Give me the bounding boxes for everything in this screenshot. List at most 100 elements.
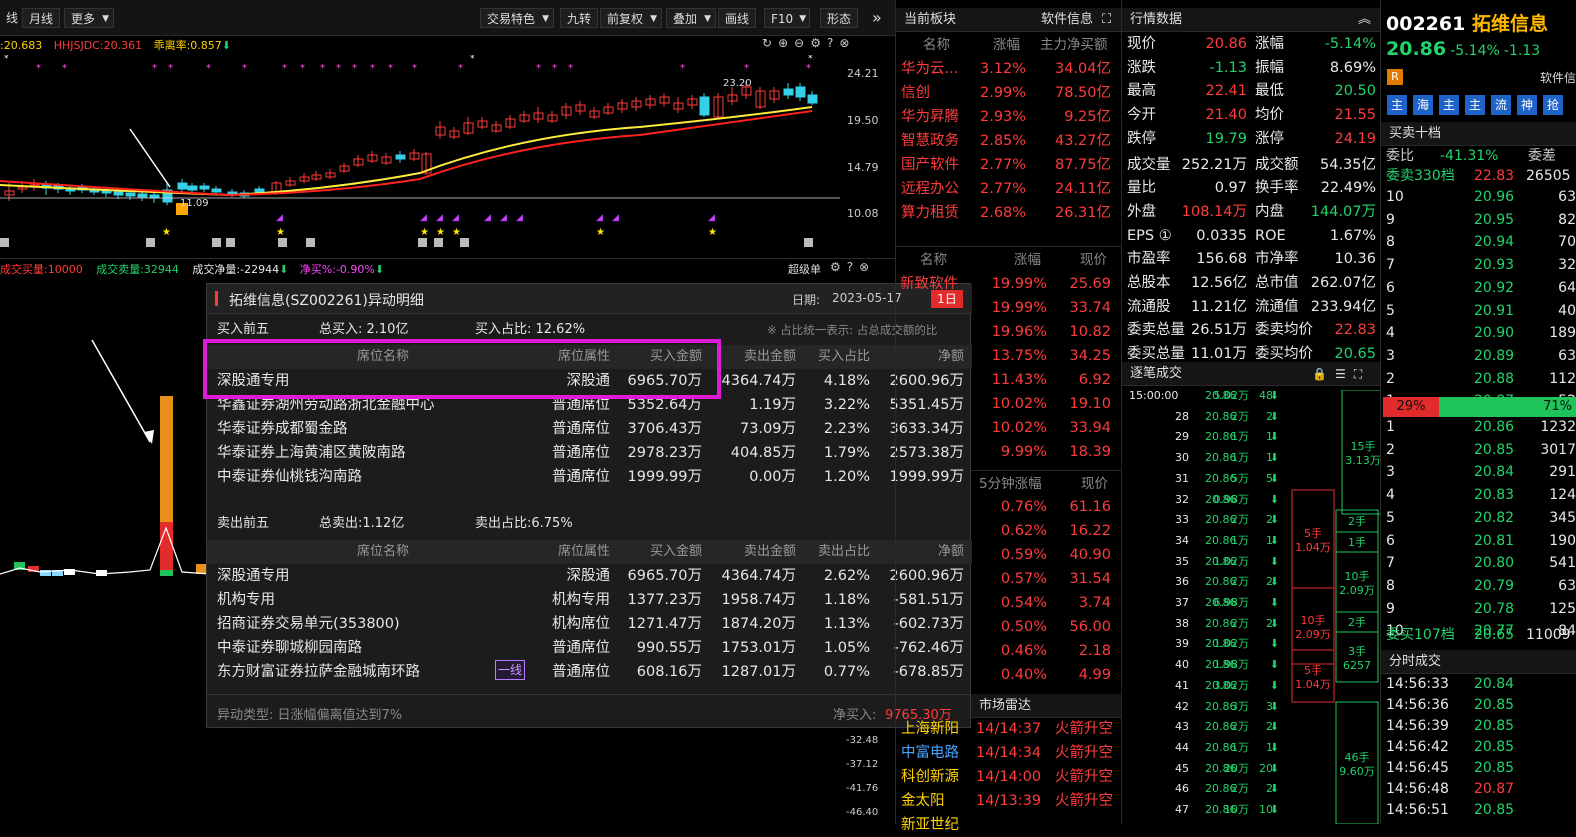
bid-row[interactable]: 3 20.84 291 xyxy=(1386,462,1576,483)
bid-row[interactable]: 7 20.80 541 xyxy=(1386,553,1576,574)
ranking-row[interactable]: 9.99% 18.39 xyxy=(971,440,1121,464)
list-icon[interactable]: ☰ xyxy=(1335,367,1354,381)
radar-row[interactable]: 上海新阳 14/14:37 火箭升空 xyxy=(896,717,1121,741)
ask-row[interactable]: 10 20.96 63 xyxy=(1386,187,1576,208)
bid-row[interactable]: 4 20.83 124 xyxy=(1386,485,1576,506)
help-icon[interactable]: ? xyxy=(847,260,859,274)
refresh-icon[interactable]: ↻ xyxy=(762,36,778,50)
ratio-label: 委比 xyxy=(1386,148,1414,164)
ranking-row[interactable]: 19.99% 25.69 xyxy=(971,272,1121,296)
ranking-row[interactable]: 13.75% 34.25 xyxy=(971,344,1121,368)
stock-tab[interactable]: 海 xyxy=(1413,95,1433,115)
volume-controls[interactable]: ⚙?⊗ xyxy=(830,260,875,274)
bid-row[interactable]: 5 20.82 345 xyxy=(1386,508,1576,529)
five-min-row[interactable]: 0.54% 3.74 xyxy=(971,591,1121,615)
expand-icon[interactable]: ⛶ xyxy=(1102,8,1111,31)
ask-row[interactable]: 4 20.90 189 xyxy=(1386,323,1576,344)
zoom-in-icon[interactable]: ⊕ xyxy=(778,36,794,50)
gear-icon[interactable]: ⚙ xyxy=(810,36,827,50)
ask-row[interactable]: 7 20.93 32 xyxy=(1386,255,1576,276)
sell-seat-row[interactable]: 招商证券交易单元(353800) 机构席位 1271.47万 1874.20万 1.13… xyxy=(207,612,972,636)
ticks-controls[interactable]: 🔒☰⛶ xyxy=(1312,362,1370,385)
radar-time: 14/14:37 xyxy=(976,721,1042,737)
radar-row[interactable]: 金太阳 14/13:39 火箭升空 xyxy=(896,789,1121,813)
sell-seat-row[interactable]: 东方财富证券拉萨金融城南环路 普通席位 608.16万 1287.01万 0.77% -6… xyxy=(207,660,972,684)
bid-row[interactable]: 8 20.79 63 xyxy=(1386,576,1576,597)
bid-row[interactable]: 9 20.78 125 xyxy=(1386,599,1576,620)
sector-row[interactable]: 算力租赁 2.68% 26.31亿 xyxy=(896,201,1121,225)
ranking-row[interactable]: 19.96% 10.82 xyxy=(971,320,1121,344)
toolbar-btn-month[interactable]: 月线 xyxy=(22,8,61,28)
sector-row[interactable]: 国产软件 2.77% 87.75亿 xyxy=(896,153,1121,177)
five-min-row[interactable]: 0.46% 2.18 xyxy=(971,639,1121,663)
stock-tab[interactable]: 抢 xyxy=(1543,95,1563,115)
close-icon[interactable]: ⊗ xyxy=(839,36,855,50)
toolbar-btn-trade-feature[interactable]: 交易特色 ▼ xyxy=(480,8,555,28)
sell-seat-row[interactable]: 中泰证券聊城柳园南路 普通席位 990.55万 1753.01万 1.05% -762.4… xyxy=(207,636,972,660)
gear-icon[interactable]: ⚙ xyxy=(830,260,847,274)
toolbar-btn-jiuzhuan[interactable]: 九转 xyxy=(560,8,599,28)
expand-icon[interactable]: ⛶ xyxy=(1354,367,1370,381)
sector-tab-right[interactable]: 软件信 xyxy=(1540,69,1576,86)
ask-row[interactable]: 8 20.94 70 xyxy=(1386,232,1576,253)
toolbar-btn-f10[interactable]: F10 ▼ xyxy=(764,8,811,28)
buy-seat-row[interactable]: 中泰证券仙桃钱沟南路 普通席位 1999.99万 0.00万 1.20% 1999.99万 xyxy=(207,465,972,489)
tick-group-amount: 9.60万 xyxy=(1339,765,1375,778)
five-min-row[interactable]: 0.62% 16.22 xyxy=(971,519,1121,543)
ob-volume: 63 xyxy=(1558,577,1576,594)
lock-icon[interactable]: 🔒 xyxy=(1312,367,1335,381)
five-min-row[interactable]: 0.57% 31.54 xyxy=(971,567,1121,591)
toolbar-btn-line[interactable]: 线 xyxy=(0,8,24,28)
ask-row[interactable]: 2 20.88 112 xyxy=(1386,369,1576,390)
ranking-row[interactable]: 10.02% 19.10 xyxy=(971,392,1121,416)
bid-row[interactable]: 6 20.81 190 xyxy=(1386,531,1576,552)
radar-row[interactable]: 中富电路 14/14:34 火箭升空 xyxy=(896,741,1121,765)
ranking-row[interactable]: 10.02% 33.94 xyxy=(971,416,1121,440)
toolbar-btn-more[interactable]: 更多 ▼ xyxy=(64,8,115,28)
expand-right-icon[interactable]: » xyxy=(866,8,888,28)
ask-row[interactable]: 6 20.92 64 xyxy=(1386,278,1576,299)
stock-tab[interactable]: 主 xyxy=(1439,95,1459,115)
ask-row[interactable]: 3 20.89 63 xyxy=(1386,346,1576,367)
toolbar-btn-adjust[interactable]: 前复权 ▼ xyxy=(600,8,663,28)
toolbar-btn-pattern[interactable]: 形态 xyxy=(820,8,859,28)
sell-seat-row[interactable]: 机构专用 机构专用 1377.23万 1958.74万 1.18% -581.51万 xyxy=(207,588,972,612)
ask-row[interactable]: 5 20.91 40 xyxy=(1386,301,1576,322)
popup-title: 拓维信息(SZ002261)异动明细 xyxy=(229,293,424,309)
super-order-tag[interactable]: 超级单 xyxy=(788,261,821,277)
radar-row[interactable]: 新亚世纪 xyxy=(896,813,1121,837)
buy-seat-row[interactable]: 华泰证券成都蜀金路 普通席位 3706.43万 73.09万 2.23% 3633.34万 xyxy=(207,417,972,441)
sell-seat-row[interactable]: 深股通专用 深股通 6965.70万 4364.74万 2.62% 2600.96万 xyxy=(207,564,972,588)
ranking-row[interactable]: 11.43% 6.92 xyxy=(971,368,1121,392)
sector-row[interactable]: 智慧政务 2.85% 43.27亿 xyxy=(896,129,1121,153)
stock-tab[interactable]: 流 xyxy=(1491,95,1511,115)
ask-row[interactable]: 9 20.95 82 xyxy=(1386,210,1576,231)
ranking-first-name[interactable]: 新致软件 xyxy=(896,272,976,296)
radar-row[interactable]: 科创新源 14/14:00 火箭升空 xyxy=(896,765,1121,789)
five-min-row[interactable]: 0.59% 40.90 xyxy=(971,543,1121,567)
stock-tab[interactable]: 主 xyxy=(1387,95,1407,115)
ranking-row[interactable]: 19.99% 33.74 xyxy=(971,296,1121,320)
toolbar-btn-draw[interactable]: 画线 xyxy=(718,8,757,28)
sector-tab[interactable]: 软件信息 xyxy=(1041,8,1093,31)
buy-seat-row[interactable]: 华泰证券上海黄浦区黄陂南路 普通席位 2978.23万 404.85万 1.79% 257… xyxy=(207,441,972,465)
sector-row[interactable]: 华为昇腾 2.93% 9.25亿 xyxy=(896,105,1121,129)
chart-controls[interactable]: ↻⊕⊖⚙?⊗ xyxy=(762,36,855,50)
five-min-row[interactable]: 0.40% 4.99 xyxy=(971,663,1121,687)
toolbar-btn-overlay[interactable]: 叠加 ▼ xyxy=(666,8,717,28)
bid-row[interactable]: 2 20.85 3017 xyxy=(1386,440,1576,461)
five-min-row[interactable]: 0.76% 61.16 xyxy=(971,495,1121,519)
stock-tab[interactable]: 神 xyxy=(1517,95,1537,115)
first-tier-tag[interactable]: 一线 xyxy=(495,660,525,680)
sector-row[interactable]: 华为云... 3.12% 34.04亿 xyxy=(896,57,1121,81)
zoom-out-icon[interactable]: ⊖ xyxy=(794,36,810,50)
stock-tab[interactable]: 主 xyxy=(1465,95,1485,115)
collapse-icon[interactable]: ︽ xyxy=(1358,8,1371,31)
dragon-tiger-popup[interactable]: 拓维信息(SZ002261)异动明细 日期: 2023-05-17 1日 买入前… xyxy=(203,283,972,728)
sector-row[interactable]: 远程办公 2.77% 24.11亿 xyxy=(896,177,1121,201)
sector-row[interactable]: 信创 2.99% 78.50亿 xyxy=(896,81,1121,105)
bid-row[interactable]: 1 20.86 1232 xyxy=(1386,417,1576,438)
close-icon[interactable]: ⊗ xyxy=(859,260,875,274)
help-icon[interactable]: ? xyxy=(827,36,839,50)
five-min-row[interactable]: 0.50% 56.00 xyxy=(971,615,1121,639)
